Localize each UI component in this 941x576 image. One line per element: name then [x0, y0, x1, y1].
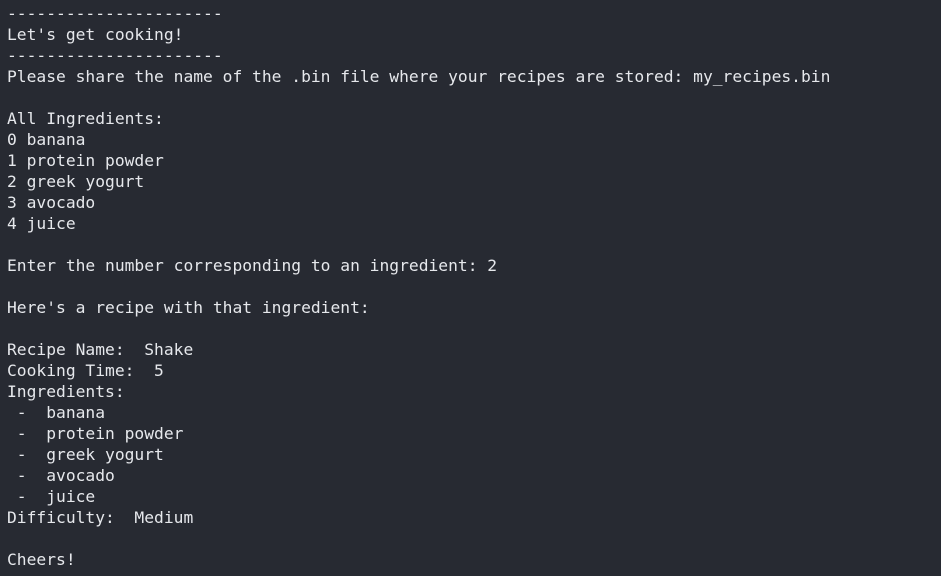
recipe-ingredient: - greek yogurt [7, 445, 164, 464]
ingredients-heading: All Ingredients: [7, 109, 164, 128]
recipe-ingredient: - avocado [7, 466, 115, 485]
ingredient-number-prompt: Enter the number corresponding to an ing… [7, 256, 498, 275]
closing-message: Cheers! [7, 550, 76, 569]
ingredient-option: 3 avocado [7, 193, 96, 212]
recipe-intro: Here's a recipe with that ingredient: [7, 298, 370, 317]
ingredient-option: 4 juice [7, 214, 76, 233]
terminal-window[interactable]: ---------------------- Let's get cooking… [0, 0, 941, 576]
ingredient-option: 0 banana [7, 130, 86, 149]
separator-top: ---------------------- [7, 4, 223, 23]
ingredient-option: 2 greek yogurt [7, 172, 145, 191]
recipe-name: Recipe Name: Shake [7, 340, 194, 359]
recipe-ingredients-heading: Ingredients: [7, 382, 125, 401]
difficulty: Difficulty: Medium [7, 508, 194, 527]
recipe-ingredient: - banana [7, 403, 106, 422]
separator-bottom: ---------------------- [7, 46, 223, 65]
file-prompt: Please share the name of the .bin file w… [7, 67, 831, 86]
ingredient-option: 1 protein powder [7, 151, 164, 170]
welcome-heading: Let's get cooking! [7, 25, 184, 44]
recipe-ingredient: - protein powder [7, 424, 184, 443]
recipe-ingredient: - juice [7, 487, 96, 506]
cooking-time: Cooking Time: 5 [7, 361, 164, 380]
